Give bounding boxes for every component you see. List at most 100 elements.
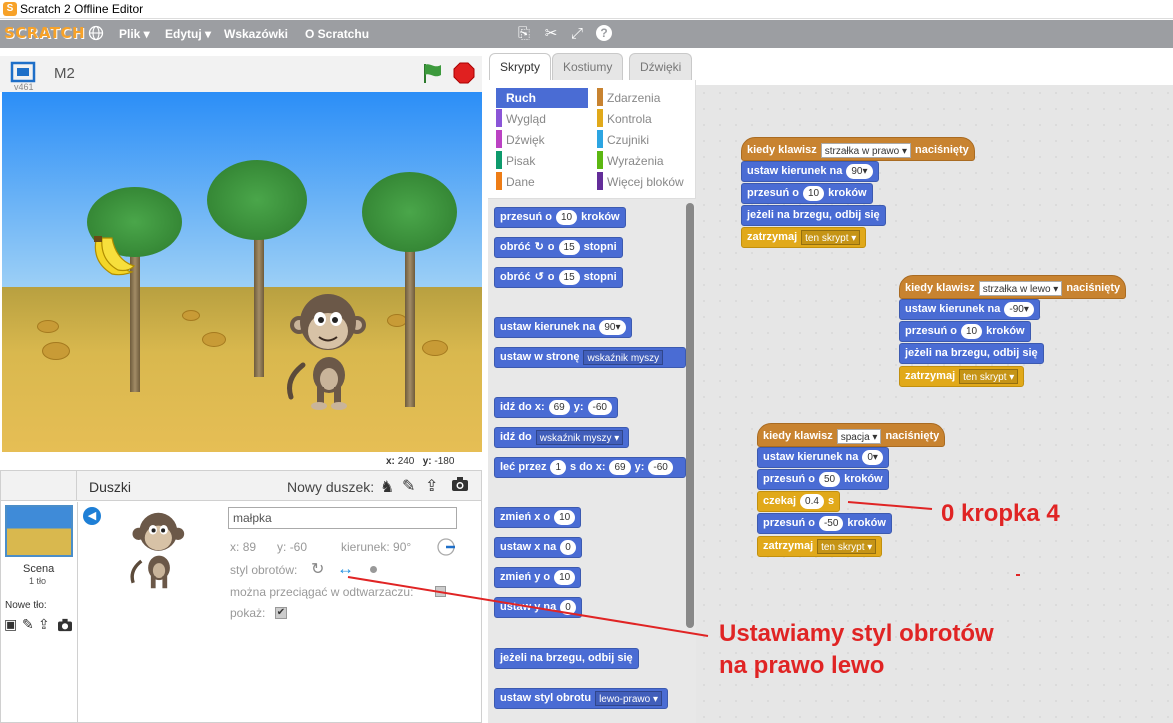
- category-pen[interactable]: Pisak: [488, 151, 588, 171]
- upload-backdrop-icon[interactable]: ⇪: [38, 616, 50, 633]
- help-icon[interactable]: ?: [596, 25, 612, 41]
- annotation-wait-note: 0 kropka 4: [941, 500, 1060, 527]
- show-checkbox[interactable]: ✔: [275, 607, 287, 619]
- block-point-direction[interactable]: ustaw kierunek na -90▾: [899, 299, 1040, 320]
- block-point-direction[interactable]: ustaw kierunek na 90▾: [741, 161, 879, 182]
- block-move-steps[interactable]: przesuń o 50 kroków: [757, 469, 889, 490]
- backdrop-library-icon[interactable]: ▣: [4, 616, 17, 633]
- block-move-steps[interactable]: przesuń o 10 kroków: [741, 183, 873, 204]
- monkey-sprite[interactable]: [285, 287, 370, 412]
- project-title[interactable]: M2: [54, 65, 75, 82]
- category-operators[interactable]: Wyrażenia: [589, 151, 695, 171]
- hat-when-key-pressed[interactable]: kiedy klawisz spacja ▾ naciśnięty: [757, 423, 946, 447]
- coord-y-value: -180: [434, 456, 455, 467]
- block-bounce[interactable]: jeżeli na brzegu, odbij się: [741, 205, 886, 226]
- rotate-all-around-icon[interactable]: ↻: [311, 559, 324, 579]
- hat-when-key-pressed[interactable]: kiedy klawisz strzałka w prawo ▾ naciśnięt…: [741, 137, 975, 161]
- hat-when-key-pressed[interactable]: kiedy klawisz strzałka w lewo ▾ naciśnięty: [899, 275, 1127, 299]
- category-more-blocks[interactable]: Więcej bloków: [589, 172, 695, 192]
- window-title: Scratch 2 Offline Editor: [20, 2, 144, 16]
- menu-edit[interactable]: Edytuj ▾: [165, 27, 211, 41]
- block-move-steps[interactable]: przesuń o -50 kroków: [757, 513, 892, 534]
- paint-brush-icon[interactable]: ✎: [402, 476, 415, 496]
- block-set-y[interactable]: ustaw y na 0: [494, 597, 582, 618]
- block-bounce[interactable]: jeżeli na brzegu, odbij się: [899, 343, 1044, 364]
- block-stop[interactable]: zatrzymaj ten skrypt ▾: [741, 227, 867, 248]
- palette-scrollbar[interactable]: [686, 203, 694, 628]
- presentation-mode-icon[interactable]: [10, 61, 36, 83]
- green-flag-icon[interactable]: [421, 62, 443, 84]
- category-sound[interactable]: Dźwięk: [488, 130, 588, 150]
- hay-bale: [202, 332, 226, 347]
- block-bounce[interactable]: jeżeli na brzegu, odbij się: [494, 648, 639, 669]
- block-goto-xy[interactable]: idź do x: 69 y: -60: [494, 397, 618, 418]
- banana-sprite[interactable]: [88, 232, 138, 280]
- duplicate-stamp-icon[interactable]: ⎘: [515, 25, 533, 43]
- stage-thumbnail[interactable]: [5, 505, 73, 557]
- category-events[interactable]: Zdarzenia: [589, 88, 695, 108]
- camera-icon[interactable]: [451, 476, 469, 492]
- block-goto[interactable]: idź do wskaźnik myszy ▾: [494, 427, 630, 448]
- hay-bale: [182, 310, 200, 321]
- rotation-style-label: styl obrotów:: [230, 563, 298, 577]
- dont-rotate-icon[interactable]: [370, 566, 377, 573]
- tab-costumes[interactable]: Kostiumy: [552, 53, 624, 80]
- block-set-x[interactable]: ustaw x na 0: [494, 537, 582, 558]
- y-label: y:: [277, 540, 287, 554]
- block-change-x[interactable]: zmień x o 10: [494, 507, 582, 528]
- category-control[interactable]: Kontrola: [589, 109, 695, 129]
- stage-canvas[interactable]: [2, 92, 482, 452]
- sprite-thumbnail[interactable]: [128, 508, 188, 593]
- sound-label: Dźwięk: [506, 133, 545, 147]
- left-right-icon[interactable]: ↔: [337, 559, 354, 579]
- palm-fronds: [362, 172, 457, 252]
- paint-backdrop-icon[interactable]: ✎: [22, 616, 34, 633]
- category-data[interactable]: Dane: [488, 172, 588, 192]
- direction-dial[interactable]: [436, 537, 456, 557]
- menu-file[interactable]: Plik ▾: [119, 27, 150, 41]
- menu-about[interactable]: O Scratchu: [305, 27, 369, 41]
- block-point-direction[interactable]: ustaw kierunek na 90▾: [494, 317, 632, 338]
- coord-y-label: y:: [422, 456, 432, 467]
- tab-sounds[interactable]: Dźwięki: [629, 53, 693, 80]
- category-looks[interactable]: Wygląd: [488, 109, 588, 129]
- direction-label: kierunek:: [341, 540, 390, 554]
- sprite-name-input[interactable]: [228, 507, 457, 529]
- grow-icon[interactable]: ⤢: [568, 25, 586, 43]
- divider: [77, 502, 78, 722]
- hay-bale: [422, 340, 448, 356]
- category-motion[interactable]: Ruch: [496, 88, 588, 108]
- annotation-style-line1: Ustawiamy styl obrotów: [719, 620, 994, 647]
- stage-thumb-header: [1, 471, 77, 501]
- block-turn-right[interactable]: obróć ↻ o 15 stopni: [494, 237, 623, 258]
- block-move-steps[interactable]: przesuń o 10 kroków: [494, 207, 626, 228]
- block-wait[interactable]: czekaj 0.4 s: [757, 491, 841, 512]
- stop-sign-icon[interactable]: [453, 62, 475, 84]
- backdrop-camera-icon[interactable]: [57, 618, 73, 632]
- block-point-towards[interactable]: ustaw w stronę wskaźnik myszy: [494, 347, 686, 368]
- palm-fronds: [207, 160, 307, 240]
- palm-trunk: [405, 232, 415, 407]
- y-value: -60: [289, 540, 308, 554]
- cut-scissors-icon[interactable]: ✂: [542, 25, 560, 43]
- tab-scripts[interactable]: Skrypty: [489, 53, 552, 81]
- draggable-checkbox[interactable]: [435, 586, 446, 597]
- pen-label: Pisak: [506, 154, 536, 168]
- block-set-rotation-style[interactable]: ustaw styl obrotu lewo-prawo ▾: [494, 688, 668, 709]
- back-arrow-icon[interactable]: ◀: [83, 507, 101, 525]
- sprites-title: Duszki: [89, 479, 132, 495]
- block-change-y[interactable]: zmień y o 10: [494, 567, 582, 588]
- block-stop[interactable]: zatrzymaj ten skrypt ▾: [757, 536, 883, 557]
- choose-sprite-library-icon[interactable]: ♞: [380, 477, 394, 497]
- upload-sprite-icon[interactable]: ⇪: [425, 476, 438, 496]
- block-move-steps[interactable]: przesuń o 10 kroków: [899, 321, 1031, 342]
- globe-icon[interactable]: [87, 25, 105, 43]
- block-stop[interactable]: zatrzymaj ten skrypt ▾: [899, 366, 1025, 387]
- block-point-direction[interactable]: ustaw kierunek na 0▾: [757, 447, 889, 468]
- scratch-logo[interactable]: SCRATCH: [4, 24, 85, 42]
- block-turn-left[interactable]: obróć ↺ o 15 stopni: [494, 267, 623, 288]
- draggable-label: można przeciągać w odtwarzaczu:: [230, 585, 414, 599]
- menu-tips[interactable]: Wskazówki: [224, 27, 288, 41]
- block-glide[interactable]: leć przez 1 s do x: 69 y: -60: [494, 457, 686, 478]
- category-sensing[interactable]: Czujniki: [589, 130, 695, 150]
